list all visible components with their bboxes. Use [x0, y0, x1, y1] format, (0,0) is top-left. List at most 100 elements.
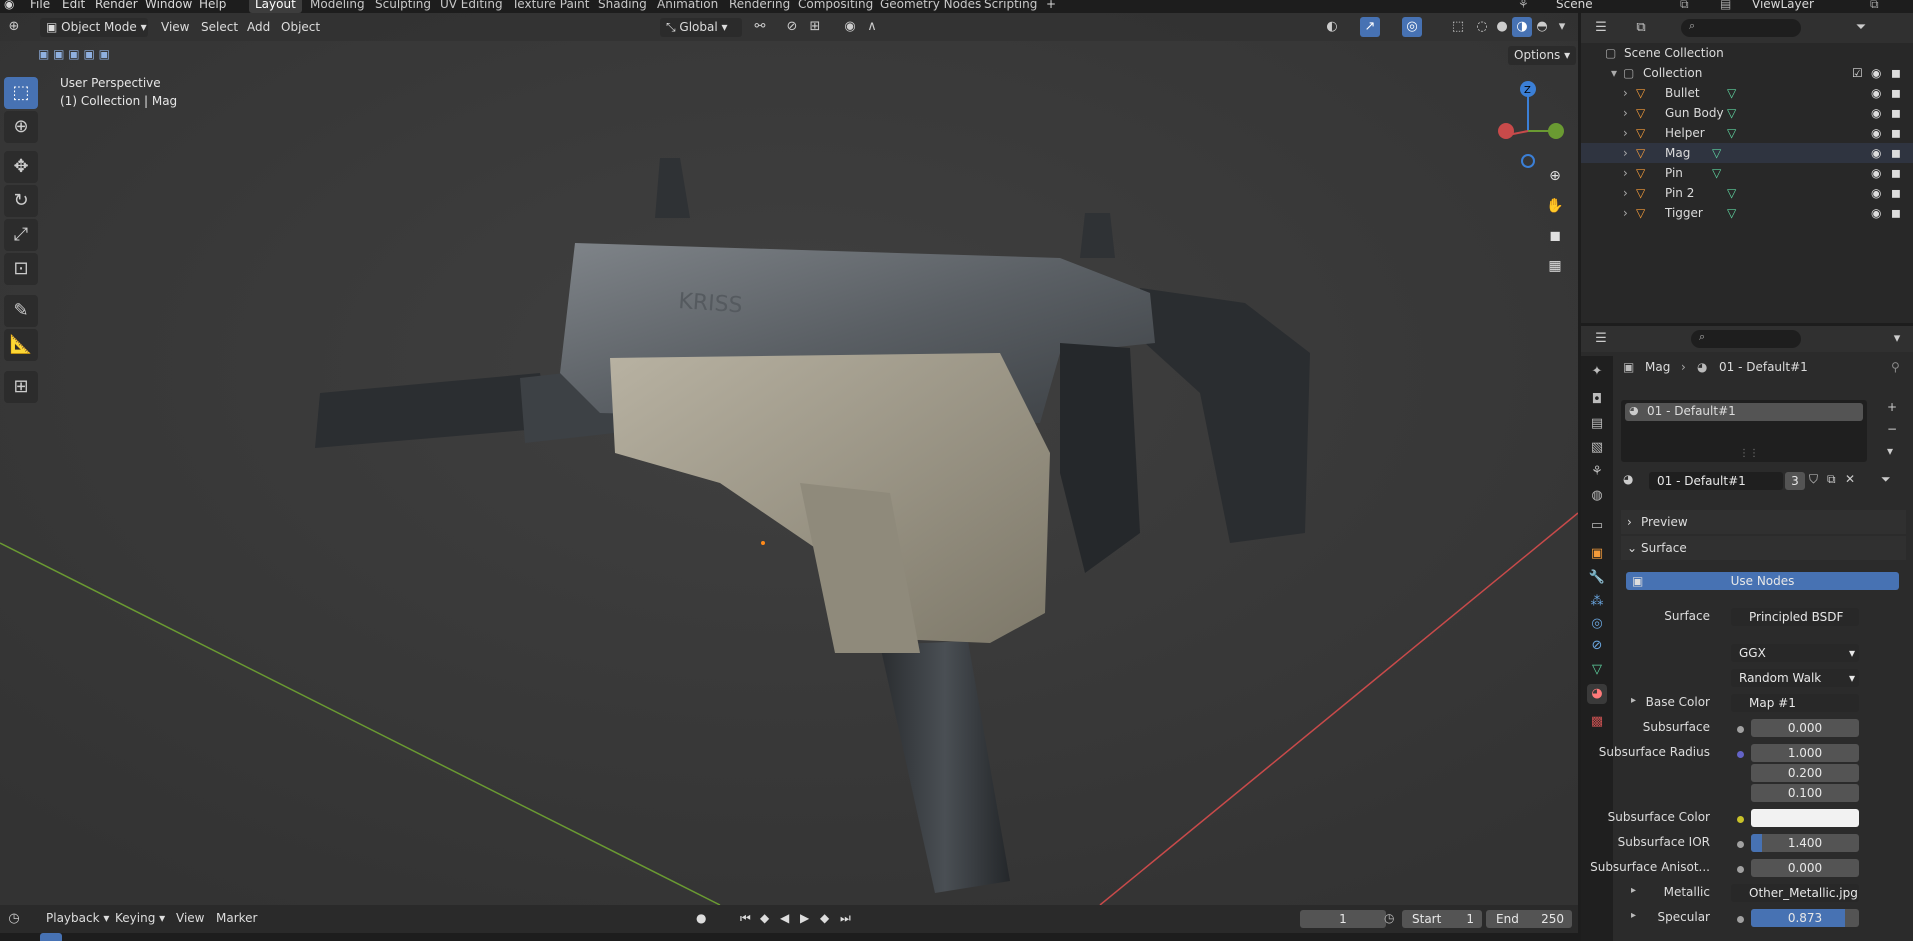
gizmo-y-axis[interactable] [1548, 123, 1564, 139]
mesh-data-icon[interactable]: ▽ [1727, 83, 1736, 103]
shading-rendered-icon[interactable]: ◓ [1532, 17, 1552, 37]
base-color-field[interactable]: Map #1 [1731, 694, 1859, 712]
outliner-scene-collection[interactable]: ▢ Scene Collection [1581, 43, 1913, 63]
add-cube-icon[interactable]: ⊞ [4, 371, 38, 403]
blender-logo-icon[interactable]: ◉ [4, 0, 14, 11]
proportional-edit-icon[interactable]: ◉ [840, 17, 860, 37]
scene-name[interactable]: Scene [1556, 0, 1593, 11]
camera-icon[interactable]: ◼ [1891, 63, 1901, 83]
disclosure-icon[interactable]: › [1623, 103, 1628, 123]
tab-sculpting[interactable]: Sculpting [369, 0, 437, 13]
camera-icon[interactable]: ◼ [1891, 123, 1901, 143]
tab-shading[interactable]: Shading [592, 0, 653, 13]
properties-editor-icon[interactable]: ☰ [1591, 329, 1611, 349]
eye-icon[interactable]: ◉ [1871, 83, 1881, 103]
slot-menu-icon[interactable]: ▾ [1887, 444, 1893, 458]
outliner-collection[interactable]: ▾ ▢ Collection ☑ ◉ ◼ [1581, 63, 1913, 83]
camera-icon[interactable]: ◼ [1891, 183, 1901, 203]
properties-search[interactable]: ⌕ [1691, 330, 1801, 348]
disclosure-icon[interactable]: › [1623, 203, 1628, 223]
disclosure-icon[interactable]: › [1623, 123, 1628, 143]
subsurface-value[interactable]: 0.000 [1751, 719, 1859, 737]
xray-icon[interactable]: ⬚ [1448, 17, 1468, 37]
fake-user-icon[interactable]: ⛉ [1809, 472, 1818, 487]
resize-handle-icon[interactable]: ⋮⋮ [1739, 448, 1759, 459]
view-layer-name[interactable]: ViewLayer [1752, 0, 1814, 11]
world-tab-icon[interactable]: ◍ [1587, 486, 1607, 506]
end-frame-field[interactable]: End 250 [1486, 910, 1572, 928]
menu-select[interactable]: Select [201, 18, 238, 37]
subsurface-radius-y[interactable]: 0.200 [1751, 764, 1859, 782]
menu-window[interactable]: Window [145, 0, 192, 11]
tab-texture-paint[interactable]: Texture Paint [506, 0, 595, 13]
shading-material-icon[interactable]: ◑ [1512, 17, 1532, 37]
play-icon[interactable]: ▶ [800, 911, 809, 925]
zoom-icon[interactable]: ⊕ [1542, 163, 1568, 189]
mesh-data-icon[interactable]: ▽ [1727, 123, 1736, 143]
outliner-item[interactable]: › ▽ Pin 2 ▽ ◉ ◼ [1581, 183, 1913, 203]
data-tab-icon[interactable]: ▽ [1587, 660, 1607, 680]
browse-material-icon[interactable]: ◕ [1623, 472, 1633, 486]
add-workspace-button[interactable]: + [1046, 0, 1056, 11]
visibility-icon[interactable]: ◐ [1322, 17, 1342, 37]
disclosure-icon[interactable]: › [1623, 163, 1628, 183]
menu-help[interactable]: Help [199, 0, 226, 11]
gun-rear-sight[interactable] [1080, 213, 1115, 258]
play-reverse-icon[interactable]: ◀ [780, 911, 789, 925]
outliner[interactable]: ☰ ⧉ ⌕ ⏷ ▢ Scene Collection ▾ ▢ Collectio… [1581, 13, 1913, 323]
subsurface-radius-z[interactable]: 0.100 [1751, 784, 1859, 802]
shading-solid-icon[interactable]: ● [1492, 17, 1512, 37]
unlink-icon[interactable]: ✕ [1845, 472, 1855, 486]
camera-icon[interactable]: ◼ [1891, 203, 1901, 223]
subsurface-color-swatch[interactable] [1751, 809, 1859, 827]
mesh-data-icon[interactable]: ▽ [1712, 163, 1721, 183]
shading-wireframe-icon[interactable]: ◌ [1472, 17, 1492, 37]
eye-icon[interactable]: ◉ [1871, 143, 1881, 163]
next-keyframe-icon[interactable]: ◆ [820, 911, 829, 925]
camera-icon[interactable]: ◼ [1891, 83, 1901, 103]
eye-icon[interactable]: ◉ [1871, 163, 1881, 183]
outliner-item[interactable]: › ▽ Pin ▽ ◉ ◼ [1581, 163, 1913, 183]
record-icon[interactable]: ● [696, 911, 706, 925]
menu-file[interactable]: File [30, 0, 50, 11]
current-frame-field[interactable]: 1 [1300, 910, 1386, 928]
output-tab-icon[interactable]: ▤ [1587, 414, 1607, 434]
camera-icon[interactable]: ◼ [1891, 103, 1901, 123]
eye-icon[interactable]: ◉ [1871, 123, 1881, 143]
expand-icon[interactable]: ▸ [1631, 910, 1636, 921]
eye-icon[interactable]: ◉ [1871, 63, 1881, 83]
metallic-field[interactable]: Other_Metallic.jpg [1731, 884, 1859, 902]
expand-icon[interactable]: ▸ [1631, 695, 1636, 706]
material-slot-list[interactable]: ◕ 01 - Default#1 ⋮⋮ [1621, 400, 1867, 462]
surface-panel-header[interactable]: ⌄ Surface [1621, 536, 1906, 560]
subsurface-aniso-value[interactable]: 0.000 [1751, 859, 1859, 877]
orientation-dropdown[interactable]: ⤡ Global ▾ [660, 18, 742, 37]
snap-icon[interactable]: ⊘ [782, 17, 802, 37]
menu-view[interactable]: View [176, 911, 204, 925]
checkbox-icon[interactable]: ☑ [1852, 63, 1863, 83]
subsurface-method-dropdown[interactable]: Random Walk ▾ [1731, 669, 1859, 687]
pan-hand-icon[interactable]: ✋ [1542, 193, 1568, 219]
gizmo-toggle-icon[interactable]: ↗ [1360, 17, 1380, 37]
filter-icon[interactable]: ⏷ [1851, 18, 1871, 38]
scale-icon[interactable]: ⤢ [4, 219, 38, 251]
jump-end-icon[interactable]: ⏭ [840, 911, 851, 926]
tab-animation[interactable]: Animation [651, 0, 724, 13]
texture-tab-icon[interactable]: ▩ [1587, 712, 1607, 732]
mesh-data-icon[interactable]: ▽ [1727, 203, 1736, 223]
scene-tab-icon[interactable]: ⚘ [1587, 462, 1607, 482]
display-mode-icon[interactable]: ⧉ [1631, 18, 1651, 38]
material-tab-icon[interactable]: ◕ [1587, 684, 1607, 704]
mesh-data-icon[interactable]: ▽ [1712, 143, 1721, 163]
particles-tab-icon[interactable]: ⁂ [1587, 592, 1607, 612]
expand-icon[interactable]: ▸ [1631, 885, 1636, 896]
remove-slot-icon[interactable]: − [1887, 422, 1897, 436]
surface-shader-field[interactable]: Principled BSDF [1731, 608, 1859, 626]
properties-editor[interactable]: ☰ ⌕ ▾ ✦ ◘ ▤ ▧ ⚘ ◍ ▭ ▣ 🔧 ⁂ ◎ ⊘ ▽ ◕ ▩ ▣ Ma… [1581, 326, 1913, 941]
options-dropdown[interactable]: Options ▾ [1508, 46, 1577, 65]
3d-viewport[interactable]: KRISS ⊕ ▣ Object Mode ▾ View Select Add … [0, 13, 1578, 905]
view-layer-copy-icon[interactable]: ⧉ [1870, 0, 1879, 12]
transform-icon[interactable]: ⊡ [4, 253, 38, 285]
overlay-toggle-icon[interactable]: ◎ [1402, 17, 1422, 37]
add-slot-icon[interactable]: + [1887, 400, 1897, 414]
